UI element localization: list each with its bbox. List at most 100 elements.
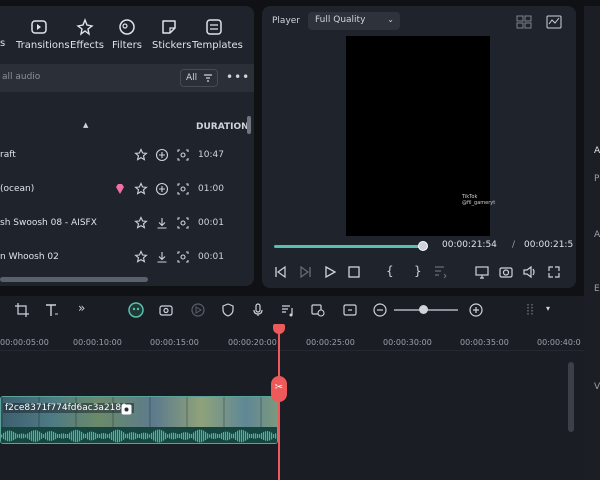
player-panel: Player Full Quality ⌄ TikTok @fil_gamery… [262, 6, 576, 288]
waveform-bar [101, 433, 103, 439]
mark-out-icon[interactable]: } [414, 264, 422, 278]
preview-icon[interactable] [176, 250, 190, 264]
timeline-ruler[interactable] [0, 350, 584, 356]
waveform-bar [177, 433, 179, 439]
display-icon[interactable] [474, 264, 490, 280]
record-screen-icon[interactable] [158, 302, 174, 318]
tab-stickers[interactable]: Stickers [152, 18, 191, 51]
current-time: 00:00:21:54 [442, 240, 497, 250]
waveform-bar [105, 433, 107, 439]
waveform-bar [3, 432, 5, 440]
video-preview[interactable]: TikTok @fil_gameryt [346, 36, 495, 236]
audio-search-bar[interactable]: all audio All ••• [0, 64, 254, 92]
waveform-bar [85, 433, 87, 439]
waveform-bar [51, 431, 53, 441]
list-item[interactable]: (ocean) 01:00 [0, 180, 246, 200]
snapshot-camera-icon[interactable] [498, 264, 514, 280]
audio-tts-icon[interactable] [280, 302, 296, 318]
download-icon[interactable] [155, 250, 169, 264]
waveform-bar [1, 434, 3, 438]
more-tools-icon[interactable]: » [78, 301, 85, 315]
fullscreen-icon[interactable] [546, 264, 562, 280]
timeline-vertical-scrollbar[interactable] [568, 362, 574, 432]
waveform-bar [57, 434, 59, 438]
waveform-view-icon[interactable] [546, 15, 562, 29]
effects-icon [76, 18, 94, 36]
list-horizontal-scrollbar[interactable] [0, 277, 148, 282]
zoom-out-icon[interactable] [372, 302, 388, 318]
properties-tab-letter[interactable]: A [594, 146, 600, 156]
split-scissors-icon[interactable]: ✂ [271, 376, 287, 402]
tab-effects[interactable]: Effects [70, 18, 104, 51]
favorite-star-icon[interactable] [134, 182, 148, 196]
waveform-bar [173, 432, 175, 440]
add-circle-icon[interactable] [155, 182, 169, 196]
waveform-bar [187, 432, 189, 440]
video-clip[interactable]: f2ce8371f774fd6ac3a2180c [0, 396, 278, 444]
chevron-down-icon[interactable]: ▾ [546, 304, 550, 313]
mark-in-icon[interactable]: { [386, 264, 394, 278]
download-icon[interactable] [155, 216, 169, 230]
favorite-star-icon[interactable] [134, 250, 148, 264]
waveform-bar [207, 433, 209, 439]
tab-templates[interactable]: Templates [192, 18, 243, 51]
waveform-bar [201, 429, 203, 443]
quality-dropdown[interactable]: Full Quality ⌄ [308, 12, 400, 30]
list-item[interactable]: n Whoosh 02 00:01 [0, 248, 246, 268]
waveform-bar [11, 430, 13, 442]
waveform-bar [35, 430, 37, 442]
split-screen-icon[interactable] [342, 302, 358, 318]
playhead-handle[interactable] [273, 324, 285, 334]
waveform-bar [267, 431, 269, 441]
auto-beat-icon[interactable] [190, 302, 206, 318]
text-icon[interactable] [44, 302, 60, 318]
time-separator: / [512, 240, 516, 250]
crop-icon[interactable] [14, 302, 30, 318]
ruler-label: 00:00:05:00 [0, 338, 49, 347]
grid-view-icon[interactable] [516, 15, 532, 29]
waveform-bar [271, 432, 273, 440]
tab-filters[interactable]: Filters [112, 18, 142, 51]
add-circle-icon[interactable] [155, 148, 169, 162]
ai-assistant-icon[interactable] [128, 302, 144, 318]
preview-icon[interactable] [176, 216, 190, 230]
waveform-bar [193, 432, 195, 440]
zoom-slider-handle[interactable] [418, 305, 428, 314]
sort-ascending-icon[interactable]: ▲ [83, 121, 88, 129]
microphone-icon[interactable] [250, 302, 266, 318]
waveform-bar [73, 430, 75, 442]
waveform-bar [123, 432, 125, 440]
stop-icon[interactable] [346, 264, 362, 280]
waveform-bar [67, 434, 69, 438]
list-item[interactable]: raft 10:47 [0, 146, 246, 166]
next-frame-icon[interactable] [298, 264, 314, 280]
replace-media-icon[interactable] [310, 302, 326, 318]
shield-icon[interactable] [220, 302, 236, 318]
more-options-icon[interactable]: ••• [226, 70, 250, 84]
list-column-header: ▲ DURATION [0, 116, 249, 136]
waveform-bar [49, 431, 51, 441]
tab-transitions[interactable]: Transitions [16, 18, 70, 51]
search-placeholder: all audio [2, 72, 41, 82]
playhead-line[interactable] [278, 328, 280, 480]
zoom-in-icon[interactable] [468, 302, 484, 318]
list-item[interactable]: sh Swoosh 08 - AISFX 00:01 [0, 214, 246, 234]
track-layout-icon[interactable] [524, 302, 540, 318]
marker-icon[interactable] [432, 264, 448, 280]
preview-icon[interactable] [176, 148, 190, 162]
waveform-bar [143, 432, 145, 440]
filter-dropdown[interactable]: All [180, 69, 218, 87]
playback-progress-bar[interactable] [274, 245, 423, 248]
waveform-bar [129, 432, 131, 440]
play-icon[interactable] [322, 264, 338, 280]
volume-icon[interactable] [522, 264, 538, 280]
waveform-bar [153, 431, 155, 441]
favorite-star-icon[interactable] [134, 216, 148, 230]
favorite-star-icon[interactable] [134, 148, 148, 162]
waveform-bar [259, 434, 261, 438]
list-vertical-scrollbar[interactable] [247, 116, 251, 134]
playback-progress-handle[interactable] [417, 241, 428, 251]
preview-icon[interactable] [176, 182, 190, 196]
previous-frame-icon[interactable] [272, 264, 288, 280]
duration-column-header[interactable]: DURATION [196, 122, 249, 132]
